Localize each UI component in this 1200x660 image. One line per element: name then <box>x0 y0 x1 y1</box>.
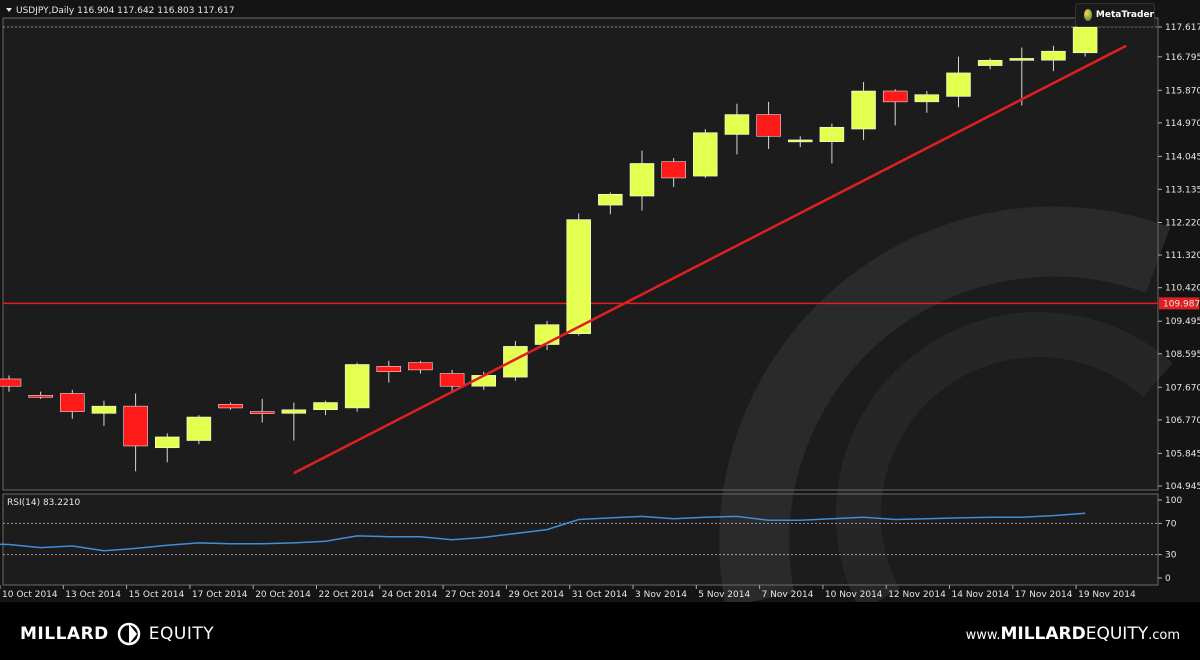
price-tick-label: 112.220 <box>1165 218 1200 228</box>
bear-candle <box>249 411 275 414</box>
bull-candle <box>598 193 623 206</box>
price-tick-label: 110.420 <box>1165 284 1200 294</box>
bull-candle <box>977 59 1003 66</box>
date-tick-label: 7 Nov 2014 <box>762 590 814 600</box>
metatrader-badge[interactable]: MetaTrader <box>1075 3 1155 27</box>
date-tick-label: 13 Oct 2014 <box>65 590 121 600</box>
price-tick-label: 113.135 <box>1165 185 1200 195</box>
bull-candle <box>503 346 528 378</box>
bull-candle <box>1041 50 1066 61</box>
date-tick-label: 14 Nov 2014 <box>952 590 1010 600</box>
price-tick-label: 106.770 <box>1165 416 1200 426</box>
bull-candle <box>91 405 117 414</box>
bull-candle <box>1009 58 1035 61</box>
date-tick-label: 27 Oct 2014 <box>445 590 501 600</box>
bull-candle <box>724 114 750 135</box>
brand-name-light: EQUITY <box>148 624 215 644</box>
date-tick-label: 17 Nov 2014 <box>1015 590 1073 600</box>
price-tick-label: 105.845 <box>1165 449 1200 459</box>
date-tick-label: 15 Oct 2014 <box>129 590 185 600</box>
metatrader-label: MetaTrader <box>1095 10 1154 20</box>
price-tick-label: 104.945 <box>1165 482 1200 492</box>
price-tick-label: 114.970 <box>1165 119 1200 129</box>
rsi-tick-label: 30 <box>1165 551 1177 561</box>
date-tick-label: 24 Oct 2014 <box>382 590 438 600</box>
bull-candle <box>186 416 212 441</box>
price-tick-label: 109.495 <box>1165 317 1200 327</box>
footer-banner: MILLARD EQUITY www. MILLARD EQUITY .com <box>0 602 1200 660</box>
rsi-panel-background <box>3 494 1158 585</box>
price-tick-label: 115.870 <box>1165 86 1200 96</box>
bull-candle <box>1072 26 1098 54</box>
bull-candle <box>313 402 338 411</box>
bear-candle <box>376 366 402 372</box>
bull-candle <box>344 364 370 409</box>
date-tick-label: 10 Oct 2014 <box>2 590 58 600</box>
bear-candle <box>0 378 22 387</box>
brand-emblem-icon <box>117 622 141 646</box>
brand-logo-left: MILLARD EQUITY <box>20 622 214 646</box>
bear-candle <box>439 373 465 387</box>
date-tick-label: 10 Nov 2014 <box>825 590 883 600</box>
url-suffix: .com <box>1148 628 1180 643</box>
symbol-info-label: USDJPY,Daily 116.904 117.642 116.803 117… <box>16 6 235 16</box>
bull-candle <box>566 219 591 334</box>
url-prefix: www. <box>965 628 1001 643</box>
rsi-tick-label: 0 <box>1165 574 1171 584</box>
date-tick-label: 20 Oct 2014 <box>255 590 311 600</box>
date-tick-label: 31 Oct 2014 <box>572 590 628 600</box>
level-price-label: 109.987 <box>1163 299 1200 309</box>
metatrader-logo-icon <box>1084 9 1092 21</box>
price-tick-label: 116.795 <box>1165 53 1200 63</box>
url-brand-strong: MILLARD <box>1000 624 1086 644</box>
date-tick-label: 22 Oct 2014 <box>319 590 375 600</box>
website-url[interactable]: www. MILLARD EQUITY .com <box>966 624 1180 644</box>
date-tick-label: 17 Oct 2014 <box>192 590 248 600</box>
bull-candle <box>155 436 180 449</box>
price-tick-label: 108.595 <box>1165 350 1200 360</box>
bull-candle <box>946 72 971 97</box>
bear-candle <box>661 161 686 179</box>
bear-candle <box>28 395 53 398</box>
chart-area: USDJPY,Daily 116.904 117.642 116.803 117… <box>0 0 1200 602</box>
date-tick-label: 5 Nov 2014 <box>698 590 750 600</box>
price-tick-label: 114.045 <box>1165 152 1200 162</box>
bear-candle <box>756 114 781 137</box>
bull-candle <box>851 90 876 130</box>
bull-candle <box>914 94 940 103</box>
bull-candle <box>281 409 307 414</box>
url-brand-light: EQUITY <box>1085 624 1149 644</box>
bear-candle <box>408 362 433 371</box>
date-tick-label: 19 Nov 2014 <box>1078 590 1136 600</box>
bull-candle <box>788 139 813 143</box>
date-tick-label: 3 Nov 2014 <box>635 590 687 600</box>
brand-name-strong: MILLARD <box>20 624 109 644</box>
bull-candle <box>693 132 718 177</box>
date-tick-label: 29 Oct 2014 <box>508 590 564 600</box>
price-tick-label: 111.320 <box>1165 251 1200 261</box>
price-tick-label: 107.670 <box>1165 383 1200 393</box>
date-tick-label: 12 Nov 2014 <box>888 590 946 600</box>
price-tick-label: 117.617 <box>1165 23 1200 33</box>
bear-candle <box>123 405 148 447</box>
rsi-tick-label: 70 <box>1165 519 1177 529</box>
rsi-tick-label: 100 <box>1165 496 1182 506</box>
bear-candle <box>60 393 85 412</box>
rsi-label: RSI(14) 83.2210 <box>7 498 80 508</box>
bull-candle <box>534 324 560 345</box>
bull-candle <box>629 163 655 197</box>
bear-candle <box>882 90 908 103</box>
bull-candle <box>819 126 845 142</box>
bear-candle <box>218 404 243 409</box>
